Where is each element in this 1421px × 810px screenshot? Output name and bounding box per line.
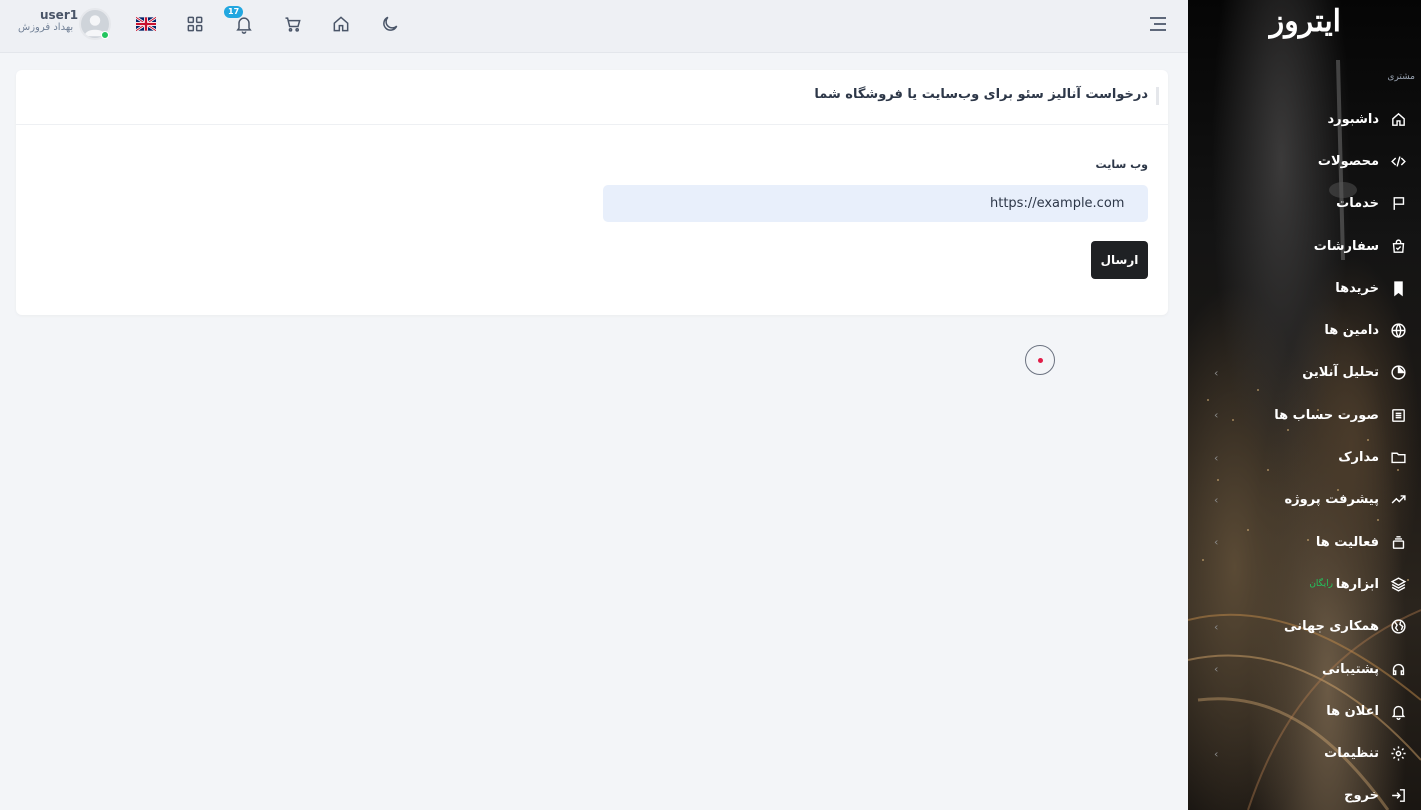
sidebar-item-purchases[interactable]: خریدها — [1188, 267, 1421, 309]
chevron-left-icon: ‹ — [1214, 662, 1219, 676]
sidebar-item-support[interactable]: ‹ پشتیبانی — [1188, 648, 1421, 690]
sidebar-item-label: خدمات — [1336, 196, 1379, 212]
flag-icon — [1389, 195, 1407, 213]
brand-logo[interactable]: ایتروز — [1270, 4, 1342, 39]
sidebar-item-label: سفارشات — [1313, 238, 1379, 254]
sidebar-item-analytics[interactable]: ‹ تحلیل آنلاین — [1188, 352, 1421, 394]
folder-icon — [1389, 449, 1407, 467]
sidebar: ایتروز مشتری داشبورد محصولات خدمات سفارش… — [1188, 0, 1421, 810]
invoice-icon — [1389, 406, 1407, 424]
moon-icon[interactable] — [378, 12, 402, 36]
sidebar-item-dashboard[interactable]: داشبورد — [1188, 98, 1421, 140]
code-icon — [1389, 152, 1407, 170]
sidebar-item-orders[interactable]: سفارشات — [1188, 225, 1421, 267]
chevron-left-icon: ‹ — [1214, 620, 1219, 634]
flag-uk-icon[interactable] — [135, 16, 157, 32]
sidebar-item-label: خریدها — [1335, 280, 1379, 296]
sidebar-item-tools[interactable]: رایگان ابزارها — [1188, 563, 1421, 605]
sidebar-item-label: تحلیل آنلاین — [1302, 365, 1379, 381]
sidebar-item-label: فعالیت ها — [1315, 534, 1379, 550]
user-role-label: مشتری — [1387, 72, 1415, 82]
sidebar-item-services[interactable]: خدمات — [1188, 183, 1421, 225]
loading-indicator — [1025, 345, 1055, 375]
trending-up-icon — [1389, 491, 1407, 509]
sidebar-item-label: محصولات — [1317, 153, 1379, 169]
chevron-left-icon: ‹ — [1214, 408, 1219, 422]
sidebar-item-documents[interactable]: ‹ مدارک — [1188, 436, 1421, 478]
website-url-input[interactable] — [603, 185, 1148, 222]
sidebar-item-label: مدارک — [1338, 450, 1379, 466]
shopping-bag-icon — [1389, 237, 1407, 255]
sidebar-item-label: داشبورد — [1327, 111, 1379, 127]
sidebar-item-label: تنظیمات — [1324, 746, 1379, 762]
gear-icon — [1389, 745, 1407, 763]
cart-icon[interactable] — [281, 12, 305, 36]
home-icon[interactable] — [329, 12, 353, 36]
title-accent-bar — [1156, 87, 1159, 105]
stack-icon — [1389, 533, 1407, 551]
sidebar-item-label: همکاری جهانی — [1284, 619, 1379, 635]
bookmark-icon — [1389, 279, 1407, 297]
sidebar-item-label: دامین ها — [1324, 323, 1379, 339]
card-title: درخواست آنالیز سئو برای وب‌سایت یا فروشگ… — [814, 87, 1148, 102]
sidebar-nav: داشبورد محصولات خدمات سفارشات خریدها دام… — [1188, 98, 1421, 810]
user-name: user1 — [40, 8, 79, 22]
chevron-left-icon: ‹ — [1214, 493, 1219, 507]
menu-icon[interactable] — [1148, 14, 1168, 34]
logout-icon — [1389, 787, 1407, 805]
sidebar-item-settings[interactable]: ‹ تنظیمات — [1188, 732, 1421, 774]
chevron-left-icon: ‹ — [1214, 747, 1219, 761]
free-badge: رایگان — [1309, 579, 1333, 590]
sidebar-item-label: پیشرفت پروژه — [1284, 492, 1379, 508]
sidebar-item-products[interactable]: محصولات — [1188, 140, 1421, 182]
sidebar-item-label: پشتیبانی — [1322, 661, 1379, 677]
globe-icon — [1389, 322, 1407, 340]
sidebar-item-activities[interactable]: ‹ فعالیت ها — [1188, 521, 1421, 563]
sidebar-item-label: خروج — [1344, 788, 1379, 804]
bell-icon — [1389, 702, 1407, 720]
sidebar-item-global-partnership[interactable]: ‹ همکاری جهانی — [1188, 606, 1421, 648]
sidebar-item-label: اعلان ها — [1326, 703, 1379, 719]
topbar: user1 بهداد فروزش 17 — [0, 0, 1188, 53]
home-icon — [1389, 110, 1407, 128]
online-status-dot — [101, 31, 109, 39]
seo-request-card: درخواست آنالیز سئو برای وب‌سایت یا فروشگ… — [16, 70, 1168, 315]
sidebar-item-logout[interactable]: خروج — [1188, 775, 1421, 810]
notification-count-badge: 17 — [224, 6, 244, 18]
headset-icon — [1389, 660, 1407, 678]
card-header: درخواست آنالیز سئو برای وب‌سایت یا فروشگ… — [16, 70, 1168, 125]
submit-button[interactable]: ارسال — [1091, 241, 1148, 279]
chevron-left-icon: ‹ — [1214, 366, 1219, 380]
user-role: بهداد فروزش — [18, 22, 74, 33]
pie-chart-icon — [1389, 364, 1407, 382]
sidebar-item-invoices[interactable]: ‹ صورت حساب ها — [1188, 394, 1421, 436]
chevron-left-icon: ‹ — [1214, 535, 1219, 549]
layers-icon — [1389, 575, 1407, 593]
sidebar-item-notifications[interactable]: اعلان ها — [1188, 690, 1421, 732]
sidebar-item-label: صورت حساب ها — [1274, 407, 1379, 423]
website-field-label: وب سایت — [1095, 158, 1148, 171]
notifications-button[interactable]: 17 — [224, 6, 256, 36]
loader-dot — [1037, 357, 1043, 363]
sidebar-item-label: ابزارها — [1335, 576, 1379, 592]
sidebar-item-project-progress[interactable]: ‹ پیشرفت پروژه — [1188, 479, 1421, 521]
sidebar-item-domains[interactable]: دامین ها — [1188, 309, 1421, 351]
chevron-left-icon: ‹ — [1214, 451, 1219, 465]
world-icon — [1389, 618, 1407, 636]
apps-grid-icon[interactable] — [183, 12, 207, 36]
